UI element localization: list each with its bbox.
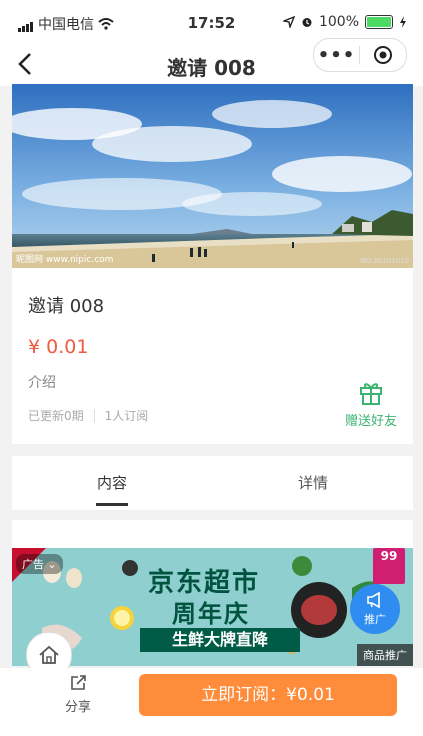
share-button[interactable]: 分享 — [58, 674, 98, 715]
more-button[interactable]: ••• — [314, 45, 359, 66]
ad-subheadline: 周年庆 — [172, 600, 250, 628]
tab-content-label: 内容 — [96, 474, 127, 492]
content-tabs: 内容 详情 — [12, 456, 413, 510]
meta-row: 已更新0期 1人订阅 — [28, 407, 148, 424]
target-icon — [373, 46, 392, 64]
promote-button[interactable]: 推广 — [350, 584, 400, 634]
tab-active-indicator — [96, 503, 128, 506]
alarm-icon — [302, 18, 312, 27]
content-area — [12, 520, 413, 550]
beach-photo — [12, 84, 413, 268]
product-price: ¥ 0.01 — [28, 336, 89, 358]
tab-details-label: 详情 — [297, 474, 328, 492]
location-arrow-icon — [282, 16, 295, 28]
battery-icon — [365, 15, 393, 29]
subscribe-button[interactable]: 立即订阅：¥0.01 — [139, 674, 397, 716]
intro-label: 介绍 — [28, 375, 56, 391]
meta-divider — [93, 408, 95, 423]
updated-count: 已更新0期 — [28, 409, 84, 423]
battery-percent: 100% — [318, 14, 359, 30]
ad-badge: 99 — [373, 548, 405, 584]
gift-icon — [360, 383, 382, 405]
megaphone-icon — [367, 591, 380, 609]
ad-badge-number: 99 — [380, 549, 398, 563]
status-right: 100% — [282, 14, 407, 30]
cover-image: 昵图网 www.nipic.com NO.20101010 — [12, 84, 413, 268]
ad-tag[interactable]: 广告 ⌄ — [16, 554, 63, 574]
home-icon — [39, 645, 59, 664]
watermark-left: 昵图网 www.nipic.com — [16, 255, 114, 265]
gift-label: 赠送好友 — [344, 414, 397, 429]
charging-icon — [400, 16, 406, 28]
miniprogram-capsule: ••• — [313, 38, 407, 72]
tab-details[interactable]: 详情 — [213, 456, 413, 510]
share-icon — [71, 675, 86, 690]
ad-footer-label: 商品推广 — [357, 644, 413, 666]
product-info-card: 邀请 008 ¥ 0.01 介绍 已更新0期 1人订阅 赠送好友 — [12, 268, 413, 444]
bottom-action-bar: 分享 立即订阅：¥0.01 — [0, 668, 423, 736]
ad-slogan: 生鲜大牌直降 — [140, 628, 300, 652]
ad-tag-label: 广告 — [22, 558, 44, 571]
subscriber-count: 1人订阅 — [104, 409, 149, 423]
close-miniprogram-button[interactable] — [360, 45, 405, 65]
product-title: 邀请 008 — [28, 296, 105, 317]
gift-friend-button[interactable]: 赠送好友 — [343, 378, 399, 429]
share-label: 分享 — [64, 700, 91, 715]
promote-label: 推广 — [364, 613, 386, 626]
watermark-right: NO.20101010 — [360, 257, 409, 265]
tab-content[interactable]: 内容 — [12, 456, 212, 510]
navigation-bar: 邀请 008 ••• — [0, 38, 423, 86]
